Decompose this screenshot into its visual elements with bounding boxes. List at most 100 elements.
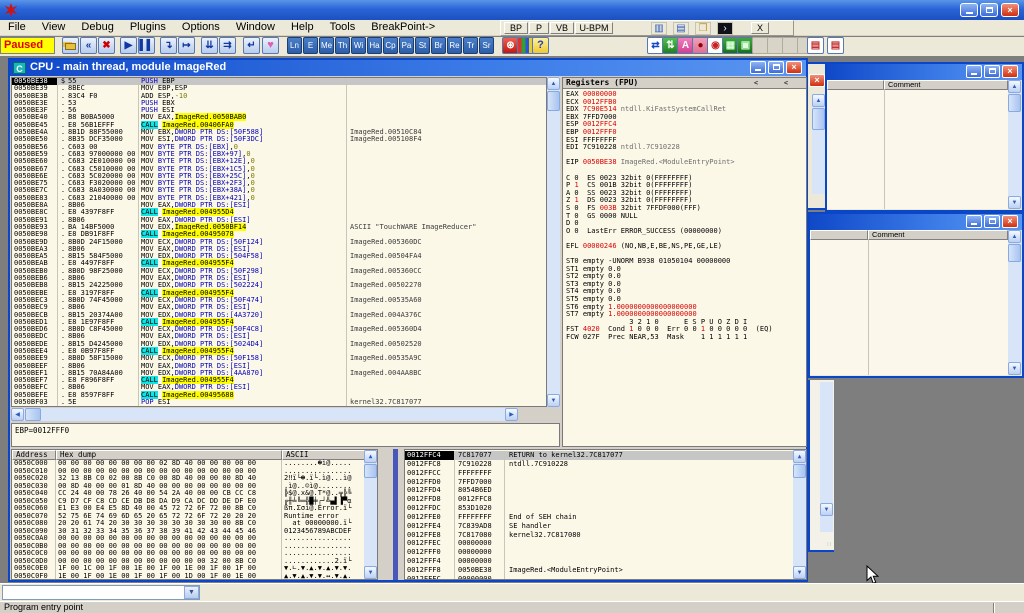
close-program-button[interactable]: ✖ <box>98 37 115 54</box>
scrollbar-thumb[interactable] <box>547 91 560 111</box>
toolbar-close-button[interactable]: X <box>751 22 769 34</box>
fragment-scrollbar[interactable]: ▲ <box>812 94 825 194</box>
fragment-scrollbar[interactable]: ▼ <box>820 382 833 532</box>
scroll-up-icon[interactable]: ▲ <box>547 77 560 90</box>
comment-window-1-scrollbar[interactable]: ▲ ▼ <box>1008 80 1022 209</box>
command-input[interactable]: ▼ <box>2 585 200 600</box>
fragment-close-button[interactable]: × <box>809 74 825 87</box>
stack-row[interactable]: 0012FFC87C910228ntdll.7C910228 <box>405 460 793 469</box>
disasm-row[interactable]: 0050BE3E.53PUSH EBX <box>12 100 546 107</box>
scroll-up-icon[interactable]: ▲ <box>364 450 377 463</box>
scrollbar-thumb[interactable] <box>364 464 377 478</box>
toolbar-br-button[interactable]: Br <box>431 37 446 54</box>
registers-pane-header[interactable]: Registers (FPU) < < <box>563 78 806 89</box>
toolbar-th-button[interactable]: Th <box>335 37 350 54</box>
register-line[interactable]: EDI 7C910228 ntdll.7C910228 <box>563 144 806 152</box>
stack-row[interactable]: 0012FFFC00000000 <box>405 575 793 580</box>
log-list-button-2[interactable]: ▤ <box>827 37 844 54</box>
command-dropdown-button[interactable]: ▼ <box>184 586 199 599</box>
stack-row[interactable]: 0012FFE0FFFFFFFFEnd of SEH chain <box>405 513 793 522</box>
run-button[interactable]: ▶ <box>120 37 137 54</box>
scroll-down-icon[interactable]: ▼ <box>793 566 806 579</box>
menu-item-plugins[interactable]: Plugins <box>122 20 174 36</box>
u-bpm-button[interactable]: U-BPM <box>575 22 613 34</box>
comment-window-2-titlebar[interactable]: × <box>810 214 1022 230</box>
disasm-horizontal-scrollbar[interactable]: ◀ ▶ <box>11 408 518 421</box>
menu-item-debug[interactable]: Debug <box>73 20 121 36</box>
toolbar-pa-button[interactable]: Pa <box>399 37 414 54</box>
toolbar-tr-button[interactable]: Tr <box>463 37 478 54</box>
notes-button[interactable]: ▥ <box>651 22 667 35</box>
register-line[interactable]: T 0 GS 0000 NULL <box>563 213 806 221</box>
close-button[interactable]: × <box>1002 215 1018 228</box>
pause-button[interactable]: ▌▌ <box>138 37 155 54</box>
console-button[interactable]: › <box>717 22 733 35</box>
scrollbar-thumb[interactable] <box>793 464 806 478</box>
disasm-row[interactable]: 0050BE3B.83C4 F0ADD ESP,-10 <box>12 93 546 100</box>
register-line[interactable]: EIP 0050BE38 ImageRed.<ModuleEntryPoint> <box>563 159 806 167</box>
scroll-right-icon[interactable]: ▶ <box>505 408 518 421</box>
scroll-left-icon[interactable]: ◀ <box>11 408 24 421</box>
menu-item-tools[interactable]: Tools <box>322 20 364 36</box>
animate-into-button[interactable]: ⇊ <box>201 37 218 54</box>
disasm-row[interactable]: 0050BE38$55PUSH EBP <box>12 78 546 85</box>
disasm-row[interactable]: 0050BF03.5EPOP ESIkernel32.7C817077 <box>12 399 546 406</box>
scroll-up-icon[interactable]: ▲ <box>1008 230 1021 243</box>
registers-next-icon[interactable]: < <box>778 79 794 88</box>
close-button[interactable]: × <box>1002 65 1018 78</box>
restart-button[interactable]: « <box>80 37 97 54</box>
cpu-window-titlebar[interactable]: C CPU - main thread, module ImageRed × <box>10 60 806 76</box>
resize-grip[interactable]: ∷ <box>827 541 832 548</box>
help-button[interactable]: ? <box>532 37 549 54</box>
stack-row[interactable]: 0012FFDC853D1020 <box>405 504 793 513</box>
scrollbar-thumb[interactable] <box>1008 94 1021 112</box>
minimize-button[interactable] <box>960 3 978 17</box>
column-header-blank[interactable] <box>810 230 868 240</box>
scroll-down-icon[interactable]: ▼ <box>364 566 377 579</box>
disasm-row[interactable]: 0050BE8C.E8 4397F8FFCALL ImageRed.004955… <box>12 209 546 216</box>
scroll-down-icon[interactable]: ▼ <box>547 394 560 407</box>
toolbar-cp-button[interactable]: Cp <box>383 37 398 54</box>
register-line[interactable]: O 0 LastErr ERROR_SUCCESS (00000000) <box>563 228 806 236</box>
p-button[interactable]: P <box>529 22 549 34</box>
minimize-button[interactable] <box>966 65 982 78</box>
toolbar-wi-button[interactable]: Wi <box>351 37 366 54</box>
maximize-button[interactable] <box>984 65 1000 78</box>
disasm-row[interactable]: 0050BEE9.8B0D 58F15000MOV ECX,DWORD PTR … <box>12 355 546 362</box>
stack-row[interactable]: 0012FFD80012FFC8 <box>405 495 793 504</box>
restore-button[interactable] <box>980 3 998 17</box>
animate-over-button[interactable]: ⇉ <box>219 37 236 54</box>
toolbar-st-button[interactable]: St <box>415 37 430 54</box>
scroll-up-icon[interactable]: ▲ <box>793 450 806 463</box>
menu-item-window[interactable]: Window <box>228 20 283 36</box>
step-over-button[interactable]: ↦ <box>178 37 195 54</box>
stack-row[interactable]: 0012FFD48054B6ED <box>405 486 793 495</box>
minimize-button[interactable] <box>966 215 982 228</box>
scroll-up-icon[interactable]: ▲ <box>812 94 825 107</box>
menu-item-file[interactable]: File <box>0 20 34 36</box>
dump-scrollbar[interactable]: ▲ ▼ <box>364 450 377 579</box>
stack-scrollbar[interactable]: ▲ ▼ <box>793 450 806 579</box>
vb-button[interactable]: VB <box>550 22 574 34</box>
minimize-button[interactable] <box>750 61 766 74</box>
scroll-down-icon[interactable]: ▼ <box>820 503 833 516</box>
column-header-comment[interactable]: Comment <box>884 80 1008 90</box>
register-line[interactable]: FCW 027F Prec NEAR,53 Mask 1 1 1 1 1 1 <box>563 334 806 342</box>
registers-prev-icon[interactable]: < <box>748 79 764 88</box>
toolbar-ha-button[interactable]: Ha <box>367 37 382 54</box>
stack-row[interactable]: 0012FFF400000000 <box>405 557 793 566</box>
disasm-row[interactable]: 0050BEB0.8B0D 98F25000MOV ECX,DWORD PTR … <box>12 268 546 275</box>
stack-row[interactable]: 0012FFE87C817080kernel32.7C817080 <box>405 531 793 540</box>
stack-row[interactable]: 0012FFF80050BE38ImageRed.<ModuleEntryPoi… <box>405 566 793 575</box>
toolbar-sr-button[interactable]: Sr <box>479 37 494 54</box>
disasm-row[interactable]: 0050BE83.C683 21040000 00MOV BYTE PTR DS… <box>12 195 546 202</box>
maximize-button[interactable] <box>984 215 1000 228</box>
scrollbar-thumb[interactable] <box>25 408 41 421</box>
disasm-vertical-scrollbar[interactable]: ▲ ▼ <box>547 77 560 407</box>
execute-till-return-button[interactable]: ↵ <box>243 37 260 54</box>
scroll-up-icon[interactable]: ▲ <box>1008 80 1021 93</box>
comment-window-1-titlebar[interactable]: × <box>827 64 1022 80</box>
disasm-row[interactable]: 0050BEC3.8B0D 74F45000MOV ECX,DWORD PTR … <box>12 297 546 304</box>
stack-row[interactable]: 0012FFCCFFFFFFFF <box>405 469 793 478</box>
menu-item-view[interactable]: View <box>34 20 74 36</box>
